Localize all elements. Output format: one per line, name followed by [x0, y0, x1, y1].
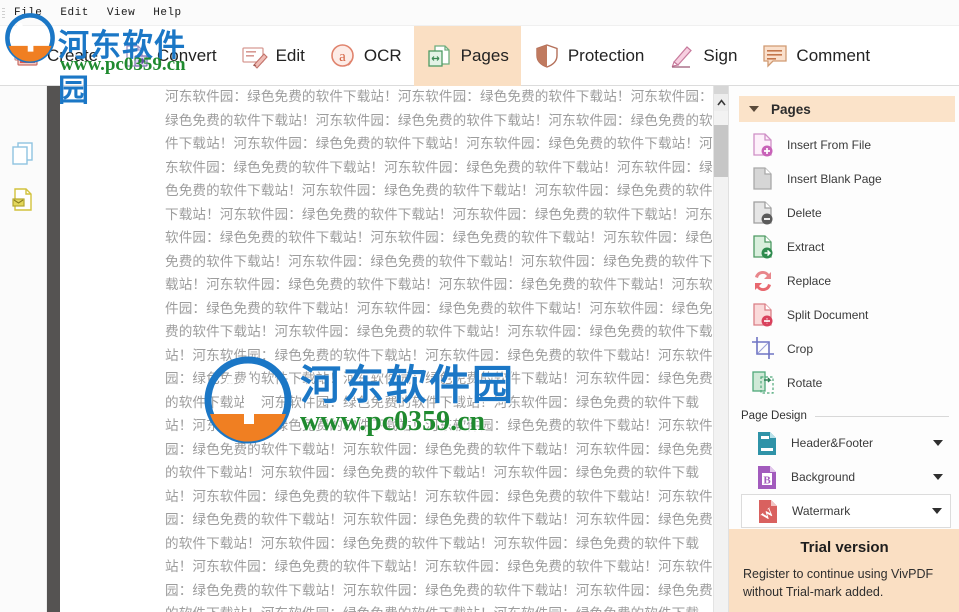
ribbon-tab-edit[interactable]: Edit — [229, 26, 317, 86]
document-viewer[interactable]: 河东软件园：绿色免费的软件下载站！河东软件园：绿色免费的软件下载站！河东软件园：… — [60, 86, 713, 612]
trial-message: Register to continue using VivPDF withou… — [743, 567, 934, 599]
ribbon-tab-comment[interactable]: Comment — [749, 26, 882, 86]
chevron-down-icon[interactable] — [932, 508, 942, 514]
panel-item-split-document[interactable]: Split Document — [729, 298, 959, 332]
caret-down-icon — [749, 106, 759, 112]
panel-item-background[interactable]: B Background — [741, 460, 951, 494]
chevron-down-icon[interactable] — [933, 474, 943, 480]
ocr-icon: a — [331, 43, 354, 67]
panel-item-label: Watermark — [792, 504, 851, 518]
menu-item-edit[interactable]: Edit — [60, 7, 88, 19]
viewer-left-gutter — [47, 86, 60, 612]
background-icon: B — [758, 465, 776, 489]
ribbon-tab-pages[interactable]: Pages — [413, 25, 521, 86]
crop-icon — [752, 337, 774, 359]
header-footer-icon — [758, 431, 776, 455]
edit-icon — [241, 46, 268, 69]
ribbon-toolbar: Create Convert Edit a OCR Pages Protecti… — [0, 25, 959, 86]
attachments-icon[interactable] — [11, 187, 35, 213]
panel-item-label: Insert From File — [787, 138, 872, 152]
panel-item-crop[interactable]: Crop — [729, 332, 959, 366]
panel-item-label: Background — [791, 470, 856, 484]
pen-icon — [672, 45, 693, 68]
convert-icon — [126, 44, 148, 67]
blank-page-icon — [753, 167, 772, 190]
panel-item-extract[interactable]: Extract — [729, 230, 959, 264]
ribbon-tab-create[interactable]: Create — [0, 26, 110, 86]
panel-item-label: Insert Blank Page — [787, 172, 882, 186]
svg-text:a: a — [339, 49, 346, 65]
menu-item-help[interactable]: Help — [153, 7, 181, 19]
ribbon-tab-label: Edit — [275, 45, 305, 65]
ribbon-tab-sign[interactable]: Sign — [656, 26, 749, 86]
ribbon-tab-label: Create — [47, 45, 99, 65]
panel-item-insert-from-file[interactable]: Insert From File — [729, 128, 959, 162]
menu-item-file[interactable]: File — [14, 7, 42, 19]
panel-item-label: Replace — [787, 274, 832, 288]
scrollbar-up-button[interactable] — [714, 94, 729, 111]
ribbon-tab-convert[interactable]: Convert — [110, 26, 229, 86]
extract-page-icon — [753, 235, 773, 259]
page-body-text: 河东软件园：绿色免费的软件下载站！河东软件园：绿色免费的软件下载站！河东软件园：… — [165, 89, 713, 612]
menu-bar: File Edit View Help — [0, 0, 959, 26]
viewer-vertical-scrollbar[interactable] — [713, 86, 729, 612]
left-sidebar-rail — [0, 86, 47, 612]
shield-icon — [536, 43, 558, 68]
ribbon-tab-label: OCR — [363, 45, 402, 65]
scrollbar-top-cap — [714, 86, 729, 94]
panel-item-label: Header&Footer — [791, 436, 874, 450]
panel-item-delete[interactable]: Delete — [729, 196, 959, 230]
chevron-up-icon — [717, 99, 726, 106]
ribbon-tab-label: Protection — [567, 45, 645, 65]
svg-text:B: B — [763, 474, 771, 486]
ribbon-tab-ocr[interactable]: a OCR — [317, 26, 414, 86]
delete-page-icon — [753, 201, 773, 225]
ribbon-tab-label: Convert — [157, 45, 217, 65]
page-design-section-header: Page Design — [741, 406, 949, 426]
pages-panel-title: Pages — [771, 101, 811, 117]
panel-item-header-footer[interactable]: Header&Footer — [741, 426, 951, 460]
section-divider — [814, 415, 949, 417]
comment-icon — [763, 44, 788, 68]
panel-item-label: Delete — [787, 206, 822, 220]
panel-item-rotate[interactable]: Rotate — [729, 366, 959, 400]
panel-item-watermark[interactable]: W Watermark — [741, 494, 951, 528]
ribbon-tab-label: Sign — [703, 45, 738, 65]
trial-title: Trial version — [800, 539, 889, 556]
ribbon-tab-label: Pages — [460, 45, 509, 65]
replace-icon — [755, 270, 771, 292]
pages-action-list: Insert From File Insert Blank Page Delet… — [729, 128, 959, 400]
insert-from-file-icon — [753, 133, 773, 157]
pages-panel-header[interactable]: Pages — [739, 96, 955, 122]
panel-item-insert-blank-page[interactable]: Insert Blank Page — [729, 162, 959, 196]
pages-icon — [427, 44, 450, 67]
watermark-icon: W — [758, 499, 777, 523]
panel-item-replace[interactable]: Replace — [729, 264, 959, 298]
scrollbar-thumb[interactable] — [714, 125, 729, 177]
toolbar-grip — [2, 8, 5, 20]
panel-item-label: Crop — [787, 342, 814, 356]
application-window: File Edit View Help Create Convert Edit … — [0, 0, 959, 612]
page-design-label: Page Design — [741, 410, 807, 422]
create-icon — [14, 45, 38, 66]
rotate-icon — [752, 371, 774, 394]
panel-item-label: Extract — [787, 240, 825, 254]
ribbon-tab-label: Comment — [796, 45, 871, 65]
chevron-down-icon[interactable] — [933, 440, 943, 446]
pdf-page: 河东软件园：绿色免费的软件下载站！河东软件园：绿色免费的软件下载站！河东软件园：… — [60, 86, 713, 612]
page-thumbnails-icon[interactable] — [11, 141, 35, 167]
split-document-icon — [753, 303, 773, 327]
ribbon-tab-protection[interactable]: Protection — [521, 26, 657, 86]
trial-version-banner: Trial version Register to continue using… — [729, 529, 959, 612]
panel-item-label: Split Document — [787, 308, 869, 322]
right-tool-panel: Pages Insert From File Insert Blank Page — [728, 86, 959, 612]
menu-item-view[interactable]: View — [107, 7, 135, 19]
panel-item-label: Rotate — [787, 376, 823, 390]
